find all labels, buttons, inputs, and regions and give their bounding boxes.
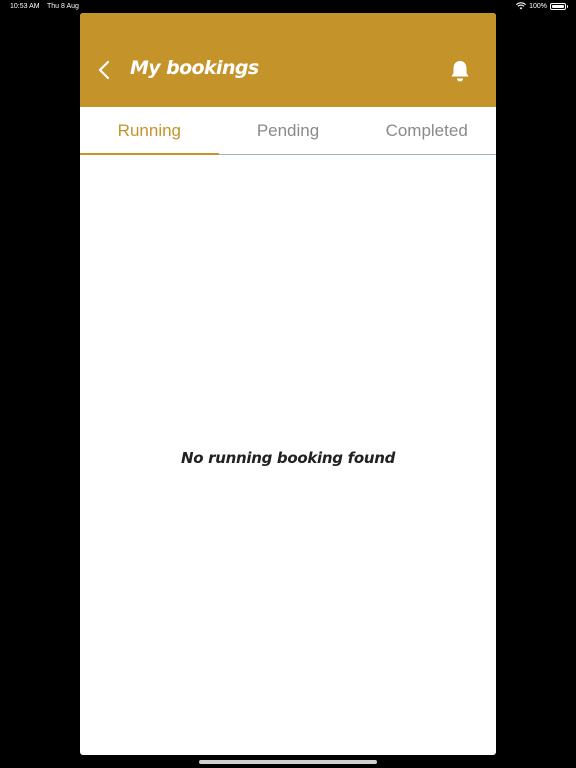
tab-pending[interactable]: Pending [219,107,358,154]
status-indicators: 100% [516,2,568,10]
tab-running-label: Running [117,120,181,140]
chevron-left-icon [98,60,110,80]
bell-icon [451,61,469,82]
home-indicator[interactable] [199,760,377,764]
status-bar: 10:53 AM Thu 8 Aug 100% [0,0,576,14]
battery-icon [550,2,568,10]
empty-state-message: No running booking found [180,449,396,467]
battery-percent: 100% [529,2,547,10]
notifications-button[interactable] [448,58,472,84]
tab-pending-label: Pending [256,120,320,140]
bookings-tabs: Running Pending Completed [80,107,496,155]
status-date: Thu 8 Aug [47,3,79,10]
tab-completed[interactable]: Completed [357,107,496,154]
page-title: My bookings [130,57,259,79]
app-header: My bookings [80,13,496,107]
active-tab-indicator [80,153,219,155]
app-window: My bookings Running Pending Completed No… [80,13,496,755]
tab-running[interactable]: Running [80,107,219,154]
tab-completed-label: Completed [385,120,468,140]
back-button[interactable] [94,57,116,83]
status-time: 10:53 AM [10,3,40,10]
wifi-icon [516,2,527,10]
